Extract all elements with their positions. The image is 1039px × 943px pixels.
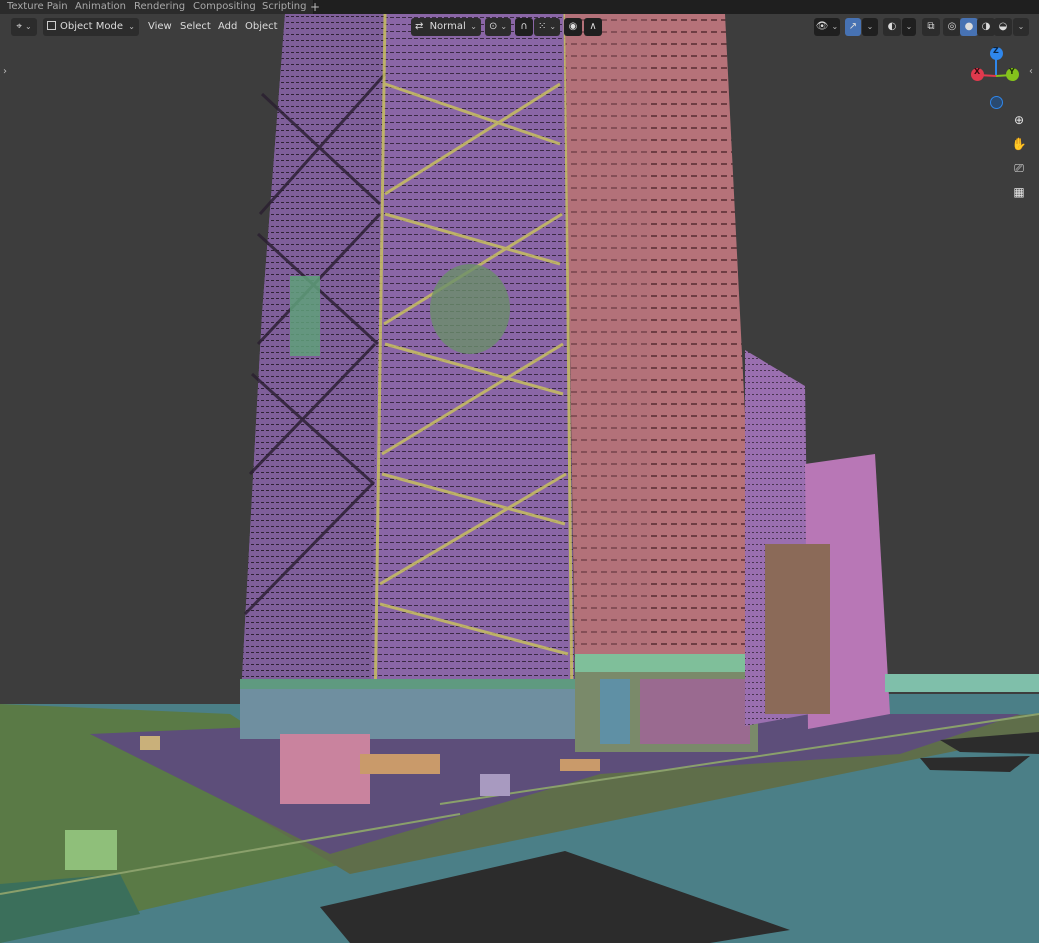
overlay-toggle[interactable]: ◐ [883,18,901,36]
shading-material-button[interactable]: ◑ [977,18,995,36]
proportional-edit-toggle[interactable]: ◉ [564,18,582,36]
shading-rendered-button[interactable]: ◒ [994,18,1012,36]
workspace-tab-bar: Texture Paint Animation Rendering Compos… [0,0,1039,14]
menu-view[interactable]: View [143,18,177,36]
shading-wireframe-button[interactable]: ◎ [943,18,961,36]
gizmo-toggle[interactable]: ↗ [845,18,861,36]
navigation-gizmo[interactable]: Z Y X [966,44,1032,114]
orientation-label: Normal [429,21,466,32]
tab-scripting[interactable]: Scripting [255,0,315,14]
3d-viewport[interactable]: › ‹ Z Y X ⊕ ✋ ⎚ ▦ [0,14,1039,943]
transform-orientation-icon: ⇄ [415,21,424,32]
menu-object[interactable]: Object [240,18,283,36]
snap-target-dropdown[interactable]: ⁙ ⌄ [534,18,560,36]
xray-icon: ⧉ [927,21,935,32]
overlay-icon: ◐ [887,21,897,32]
gizmo-dropdown[interactable]: ⌄ [862,18,878,36]
menu-select[interactable]: Select [175,18,216,36]
editor-type-button[interactable]: ⌖ ⌄ [11,18,37,36]
add-workspace-button[interactable]: + [308,0,322,14]
proportional-edit-icon: ◉ [568,21,578,32]
mode-label: Object Mode [60,21,123,32]
gizmo-x-label: X [974,67,981,76]
snap-magnet-icon: ∩ [520,21,528,32]
pivot-point-icon: ⊙ [488,21,498,32]
shading-dropdown[interactable]: ⌄ [1013,18,1029,36]
zoom-icon[interactable]: ⊕ [1008,109,1030,131]
snap-grid-icon: ⁙ [537,21,547,32]
gizmo-y-axis[interactable]: Y [1006,67,1019,81]
gizmo-x-axis[interactable]: X [971,67,984,81]
gizmo-z-label: Z [993,46,999,55]
shading-solid-button[interactable]: ● [960,18,978,36]
xray-toggle[interactable]: ⧉ [922,18,940,36]
overlay-dropdown[interactable]: ⌄ [902,18,916,36]
snap-toggle[interactable]: ∩ [515,18,533,36]
gizmo-icon: ↗ [848,21,858,32]
camera-icon[interactable]: ⎚ [1008,157,1030,179]
toolbar-expand-arrow[interactable]: › [3,66,7,77]
gizmo-z-axis[interactable]: Z [990,46,1003,60]
solid-sphere-icon: ● [964,21,974,32]
proportional-falloff-dropdown[interactable]: ∧ [584,18,602,36]
viewport-icon: ⌖ [16,21,22,32]
hand-icon[interactable]: ✋ [1008,133,1030,155]
falloff-icon: ∧ [589,21,597,32]
tab-rendering[interactable]: Rendering [127,0,194,14]
tab-animation[interactable]: Animation [68,0,134,14]
wireframe-sphere-icon: ◎ [947,21,957,32]
mode-dropdown[interactable]: Object Mode ⌄ [43,18,139,36]
gizmo-y-label: Y [1009,67,1015,76]
scene-render [0,14,1039,943]
gizmo-neg-z-axis[interactable] [990,96,1003,109]
grid-icon[interactable]: ▦ [1008,181,1030,203]
visibility-dropdown[interactable]: 👁 ⌄ [814,18,840,36]
eye-icon: 👁 [815,21,829,32]
tab-compositing[interactable]: Compositing [186,0,264,14]
rendered-sphere-icon: ◒ [998,21,1008,32]
transform-orientation-dropdown[interactable]: ⇄ Normal ⌄ [411,18,481,36]
pivot-point-dropdown[interactable]: ⊙ ⌄ [485,18,511,36]
object-mode-icon [47,21,56,30]
menu-add[interactable]: Add [213,18,242,36]
material-sphere-icon: ◑ [981,21,991,32]
